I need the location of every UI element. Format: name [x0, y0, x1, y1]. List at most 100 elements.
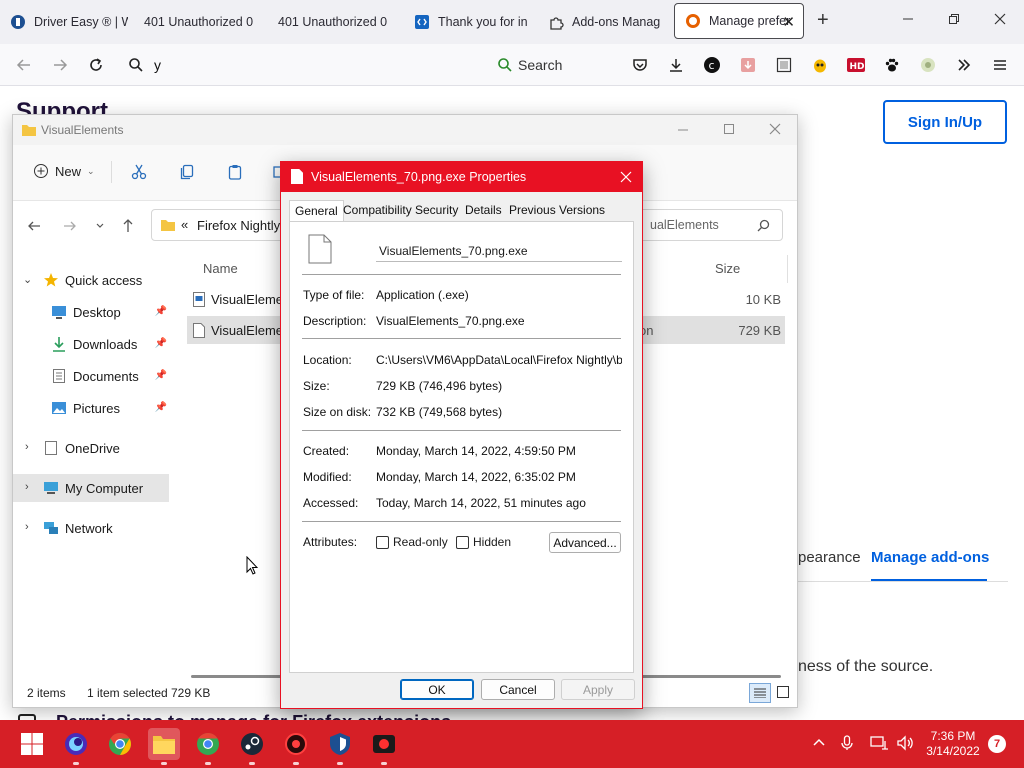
explorer-back-icon[interactable]	[27, 219, 41, 233]
chevron-down-icon[interactable]: ⌄	[23, 273, 32, 286]
readonly-checkbox[interactable]: Read-only	[376, 535, 448, 549]
new-tab-button[interactable]: +	[817, 9, 829, 32]
selection-size: 729 KB	[171, 686, 211, 700]
hamburger-menu-icon[interactable]	[990, 55, 1010, 75]
recent-locations-icon[interactable]	[95, 219, 105, 233]
file-name-input[interactable]: VisualElements_70.png.exe	[376, 240, 622, 262]
separator	[302, 338, 621, 339]
taskbar-firefox-nightly[interactable]	[60, 728, 92, 765]
pin-icon[interactable]: 📌	[155, 338, 167, 349]
tab-401-b[interactable]: 401 Unauthorized 0	[268, 0, 400, 44]
forward-icon[interactable]	[50, 55, 70, 75]
taskbar-steam[interactable]	[236, 728, 268, 765]
tiles-view-icon[interactable]	[777, 686, 789, 698]
explorer-forward-icon[interactable]	[63, 219, 77, 233]
breadcrumb[interactable]: Firefox Nightly	[197, 218, 280, 233]
tab-appearance[interactable]: pearance	[798, 549, 861, 566]
extension-download-icon[interactable]	[738, 55, 758, 75]
explorer-close-icon[interactable]	[769, 123, 781, 135]
pocket-icon[interactable]	[630, 55, 650, 75]
downloads-icon[interactable]	[666, 55, 686, 75]
tab-manage-preferences[interactable]: Manage prefer ✕	[674, 3, 804, 39]
pin-icon[interactable]: 📌	[155, 306, 167, 317]
nav-quick-access[interactable]: ⌄ Quick access	[13, 266, 169, 294]
up-folder-icon[interactable]	[121, 218, 135, 234]
pin-icon[interactable]: 📌	[155, 370, 167, 381]
back-icon[interactable]	[14, 55, 34, 75]
checkbox-box[interactable]	[376, 535, 389, 549]
chevron-right-icon[interactable]: ›	[25, 481, 29, 493]
dialog-close-icon[interactable]	[620, 167, 632, 183]
hidden-checkbox[interactable]: Hidden	[456, 535, 511, 549]
tab-general[interactable]: General	[289, 200, 344, 222]
checkbox-box[interactable]	[456, 535, 469, 549]
properties-dialog: VisualElements_70.png.exe Properties Gen…	[280, 161, 643, 709]
nav-documents[interactable]: Documents 📌	[13, 362, 169, 390]
explorer-minimize-icon[interactable]	[677, 124, 689, 136]
taskbar-recorder-app[interactable]	[368, 728, 400, 765]
breadcrumb-overflow[interactable]: «	[181, 217, 188, 232]
explorer-maximize-icon[interactable]	[723, 123, 735, 135]
tab-401-a[interactable]: 401 Unauthorized 0	[134, 0, 264, 44]
tab-thank-you[interactable]: Thank you for in	[404, 0, 534, 44]
nav-network[interactable]: › Network	[13, 514, 169, 542]
extension-disc-icon[interactable]	[918, 55, 938, 75]
nav-desktop[interactable]: Desktop 📌	[13, 298, 169, 326]
taskbar-chrome[interactable]	[104, 728, 136, 760]
extension-owl-icon[interactable]	[810, 55, 830, 75]
nav-my-computer[interactable]: › My Computer	[13, 474, 169, 502]
taskbar-app-red[interactable]	[280, 728, 312, 765]
start-button[interactable]	[16, 728, 48, 760]
type-value: Application (.exe)	[376, 288, 469, 302]
search-input[interactable]: Search	[518, 57, 562, 73]
details-view-icon[interactable]	[749, 683, 771, 703]
tab-compatibility[interactable]: Compatibility	[343, 203, 412, 217]
taskbar-file-explorer[interactable]	[148, 728, 180, 765]
taskbar-chrome-2[interactable]	[192, 728, 224, 765]
tab-manage-addons[interactable]: Manage add-ons	[871, 549, 989, 566]
tab-addons-manager[interactable]: Add-ons Manag	[538, 0, 666, 44]
nav-downloads[interactable]: Downloads 📌	[13, 330, 169, 358]
chevron-right-icon[interactable]: ›	[25, 521, 29, 533]
extension-paw-icon[interactable]	[882, 55, 902, 75]
tab-driver-easy[interactable]: Driver Easy ® | W	[0, 0, 128, 44]
address-input[interactable]: « Firefox Nightly	[151, 209, 301, 241]
tab-details[interactable]: Details	[465, 203, 502, 217]
taskbar-shield-app[interactable]	[324, 728, 356, 765]
nav-pictures[interactable]: Pictures 📌	[13, 394, 169, 422]
chevron-right-icon[interactable]: ›	[25, 441, 29, 453]
pin-icon[interactable]: 📌	[155, 402, 167, 413]
microphone-icon[interactable]	[840, 735, 854, 751]
url-input[interactable]: y	[154, 57, 161, 73]
network-status-icon[interactable]	[870, 735, 888, 751]
sign-in-button[interactable]: Sign In/Up	[883, 100, 1007, 144]
show-hidden-icons-icon[interactable]	[812, 735, 826, 749]
column-header-name[interactable]: Name	[203, 261, 238, 276]
close-tab-icon[interactable]: ✕	[782, 13, 795, 31]
cut-icon[interactable]	[131, 164, 147, 180]
apply-button[interactable]: Apply	[561, 679, 635, 700]
advanced-button[interactable]: Advanced...	[549, 532, 621, 553]
notification-badge[interactable]: 7	[988, 735, 1006, 753]
volume-icon[interactable]	[896, 735, 914, 751]
overflow-menu-icon[interactable]	[954, 55, 974, 75]
cancel-button[interactable]: Cancel	[481, 679, 555, 700]
new-button[interactable]: New ⌄	[33, 163, 95, 179]
restore-icon[interactable]	[948, 13, 960, 25]
system-clock[interactable]: 7:36 PM 3/14/2022	[918, 729, 988, 759]
minimize-icon[interactable]	[902, 13, 914, 25]
navigation-pane: ⌄ Quick access Desktop 📌 Downloads 📌 Doc	[13, 251, 173, 681]
paste-icon[interactable]	[227, 164, 243, 180]
ok-button[interactable]: OK	[400, 679, 474, 700]
tab-previous-versions[interactable]: Previous Versions	[509, 203, 605, 217]
close-window-icon[interactable]	[994, 13, 1006, 25]
large-file-icon	[308, 234, 332, 264]
copy-icon[interactable]	[179, 164, 195, 180]
extension-hd-icon[interactable]: HD	[846, 55, 866, 75]
tab-security[interactable]: Security	[415, 203, 458, 217]
extension-screenshot-icon[interactable]	[774, 55, 794, 75]
extension-c-icon[interactable]: c	[702, 55, 722, 75]
nav-onedrive[interactable]: › OneDrive	[13, 434, 169, 462]
reload-icon[interactable]	[86, 55, 106, 75]
column-header-size[interactable]: Size	[715, 261, 740, 276]
